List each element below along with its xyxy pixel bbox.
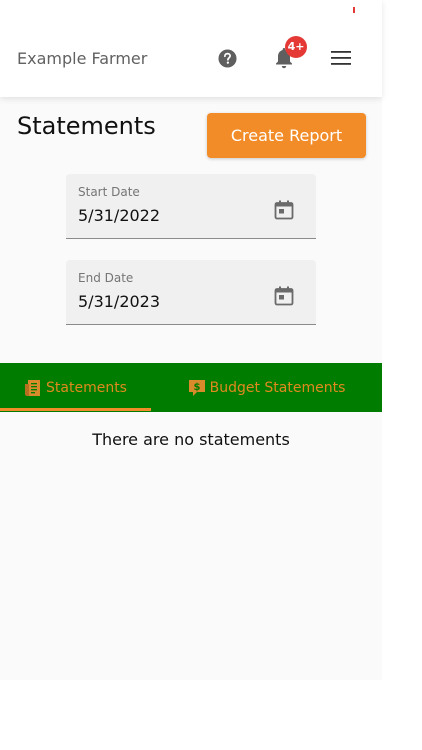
- user-name: Example Farmer: [17, 49, 148, 68]
- status-indicator: [353, 7, 355, 13]
- calendar-icon[interactable]: [274, 286, 294, 306]
- svg-text:$: $: [193, 382, 200, 393]
- end-date-value[interactable]: 5/31/2023: [78, 292, 160, 311]
- tab-bar: Statements $ Budget Statements: [0, 363, 382, 412]
- help-icon[interactable]: [218, 49, 237, 68]
- create-report-button[interactable]: Create Report: [207, 113, 366, 158]
- top-bar: Example Farmer 4+: [0, 0, 382, 97]
- calendar-icon[interactable]: [274, 200, 294, 220]
- start-date-value[interactable]: 5/31/2022: [78, 206, 160, 225]
- tab-statements[interactable]: Statements: [0, 363, 151, 412]
- dollar-note-icon: $: [188, 379, 205, 396]
- end-date-field[interactable]: End Date 5/31/2023: [66, 260, 316, 325]
- end-date-label: End Date: [78, 271, 134, 285]
- tab-budget-statements-label: Budget Statements: [209, 379, 346, 396]
- empty-state-message: There are no statements: [92, 430, 290, 449]
- start-date-label: Start Date: [78, 185, 140, 199]
- tab-statements-label: Statements: [46, 379, 127, 396]
- notification-badge: 4+: [285, 36, 307, 58]
- start-date-field[interactable]: Start Date 5/31/2022: [66, 174, 316, 239]
- app-screen: Example Farmer 4+ Statements Create Repo…: [0, 0, 382, 680]
- hamburger-menu-icon[interactable]: [331, 50, 351, 66]
- active-tab-indicator: [0, 408, 151, 411]
- page-title: Statements: [17, 112, 156, 140]
- invoice-icon: [25, 379, 41, 396]
- tab-budget-statements[interactable]: $ Budget Statements: [151, 363, 382, 412]
